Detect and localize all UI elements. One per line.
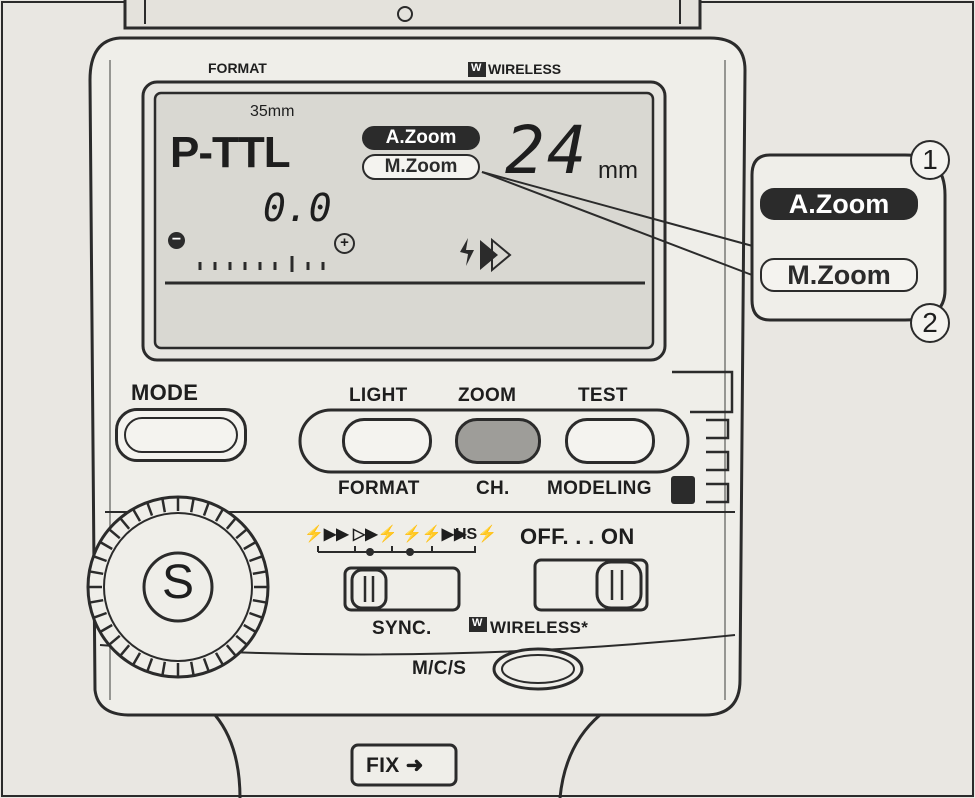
format-top-label: FORMAT <box>208 60 267 76</box>
sync-mode-icons: ⚡▶▶ ▷▶⚡ ⚡⚡▶▶ <box>304 526 467 543</box>
light-label: LIGHT <box>349 385 408 406</box>
format-bottom-label: FORMAT <box>338 478 420 499</box>
lcd-mode: P-TTL <box>170 128 291 177</box>
lcd-zoom-value: 24 <box>505 112 589 189</box>
test-label: TEST <box>578 385 628 406</box>
sync-switch-hotspot[interactable] <box>345 568 459 610</box>
lcd-zoom-unit: mm <box>598 157 638 184</box>
wireless-top-label: WIRELESS <box>488 61 562 77</box>
lcd-minus-icon: − <box>168 232 185 249</box>
ch-label: CH. <box>476 478 510 499</box>
sync-label: SYNC. <box>372 618 432 639</box>
mode-button[interactable] <box>115 408 247 462</box>
lcd-a-zoom: A.Zoom <box>362 126 480 150</box>
zoom-button[interactable] <box>455 418 541 464</box>
callout-m-zoom: M.Zoom <box>760 258 918 292</box>
mode-label: MODE <box>131 380 199 405</box>
wireless-bottom-label: WIRELESS* <box>490 618 589 637</box>
fix-button-hotspot[interactable] <box>352 745 456 785</box>
wireless-w-bottom: W <box>472 617 483 629</box>
callout-a-zoom: A.Zoom <box>760 188 918 220</box>
power-switch-hotspot[interactable] <box>535 560 647 610</box>
modeling-lamp <box>671 476 695 504</box>
lcd-plus-icon: + <box>334 233 355 254</box>
callout-number-2: 2 <box>910 303 950 343</box>
test-button[interactable] <box>565 418 655 464</box>
callout-box <box>750 153 947 322</box>
callout-number-1: 1 <box>910 140 950 180</box>
modeling-label: MODELING <box>547 478 652 499</box>
wireless-w-top: W <box>471 62 482 74</box>
zoom-label: ZOOM <box>458 385 517 406</box>
light-button[interactable] <box>342 418 432 464</box>
mcs-button-hotspot[interactable] <box>494 649 582 689</box>
lcd-m-zoom: M.Zoom <box>362 154 480 180</box>
mode-button-inner <box>124 417 238 453</box>
selector-dial-hotspot[interactable] <box>88 497 268 677</box>
lcd-format-size: 35mm <box>250 103 295 120</box>
lcd-compensation: 0.0 <box>263 186 332 230</box>
mcs-label: M/C/S <box>412 658 467 679</box>
hs-label: HS⚡ <box>455 526 498 543</box>
off-on-label: OFF. . . ON <box>520 524 635 549</box>
